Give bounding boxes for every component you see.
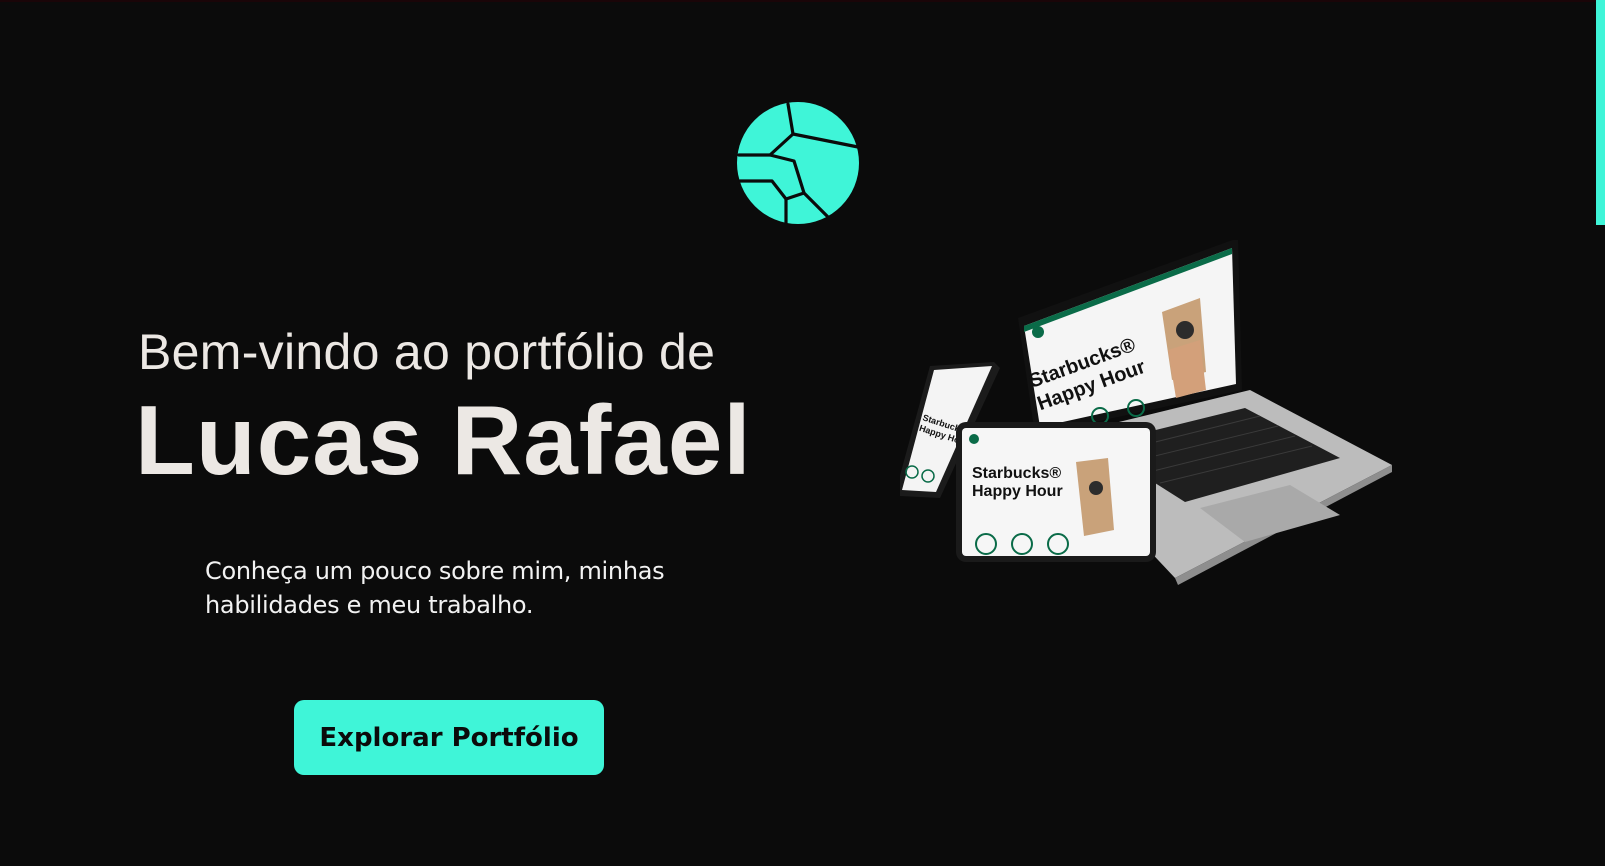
- top-border: [0, 0, 1605, 2]
- hero-tagline: Conheça um pouco sobre mim, minhas habil…: [205, 557, 665, 619]
- hero-heading-block: Bem-vindo ao portfólio de Lucas Rafael: [135, 322, 752, 495]
- tablet-screen-title-2: Happy Hour: [972, 483, 1063, 500]
- cracked-circle-logo-icon[interactable]: [736, 101, 860, 225]
- tablet-screen-title-1: Starbucks®: [972, 465, 1061, 482]
- hero-name: Lucas Rafael: [135, 385, 752, 495]
- explore-portfolio-button[interactable]: Explorar Portfólio: [294, 700, 604, 775]
- page: Bem-vindo ao portfólio de Lucas Rafael C…: [0, 0, 1605, 866]
- device-mockup-image: Starbucks® Happy Hour Starbucks® Happy H…: [900, 240, 1392, 585]
- scroll-indicator[interactable]: [1596, 0, 1605, 225]
- hero-greeting: Bem-vindo ao portfólio de: [138, 324, 716, 380]
